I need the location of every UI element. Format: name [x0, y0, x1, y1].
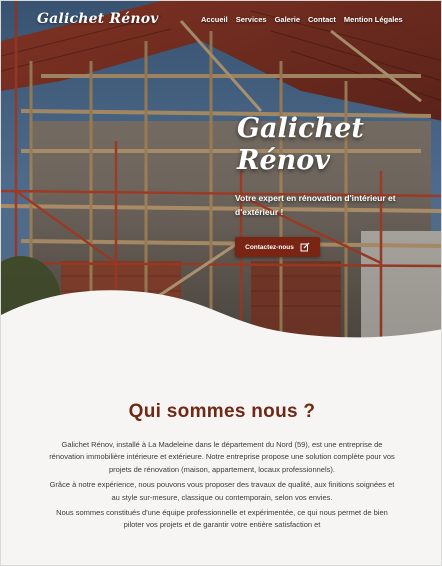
main-menu: Accueil Services Galerie Contact Mention… [201, 15, 403, 24]
hero-section: Galichet Rénov Accueil Services Galerie … [1, 1, 441, 371]
hero-title-line2: Rénov [237, 145, 330, 176]
nav-link-services[interactable]: Services [236, 15, 267, 24]
contact-us-button[interactable]: Contactez-nous [235, 237, 320, 257]
about-section: Qui sommes nous ? Galichet Rénov, instal… [1, 371, 441, 565]
nav-link-accueil[interactable]: Accueil [201, 15, 228, 24]
contact-us-label: Contactez-nous [245, 243, 294, 251]
page-frame: Galichet Rénov Accueil Services Galerie … [0, 0, 442, 566]
about-paragraph: Grâce à notre expérience, nous pouvons v… [49, 480, 395, 502]
site-logo[interactable]: Galichet Rénov [37, 11, 159, 27]
nav-link-contact[interactable]: Contact [308, 15, 336, 24]
hero-subtitle: Votre expert en rénovation d'intérieur e… [235, 193, 396, 217]
about-paragraph: Nous sommes constitués d'une équipe prof… [56, 508, 388, 530]
hero-title-line1: Galichet [237, 113, 364, 144]
hero-title: Galichet Rénov [237, 113, 364, 177]
about-text: Galichet Rénov, installé à La Madeleine … [47, 439, 397, 535]
edit-icon [300, 242, 310, 252]
top-navigation: Galichet Rénov Accueil Services Galerie … [1, 1, 441, 41]
about-title: Qui sommes nous ? [128, 401, 316, 422]
nav-link-mentions-legales[interactable]: Mention Légales [344, 15, 403, 24]
about-paragraph: Galichet Rénov, installé à La Madeleine … [49, 440, 395, 474]
section-wave-divider [1, 290, 441, 371]
nav-link-galerie[interactable]: Galerie [275, 15, 300, 24]
